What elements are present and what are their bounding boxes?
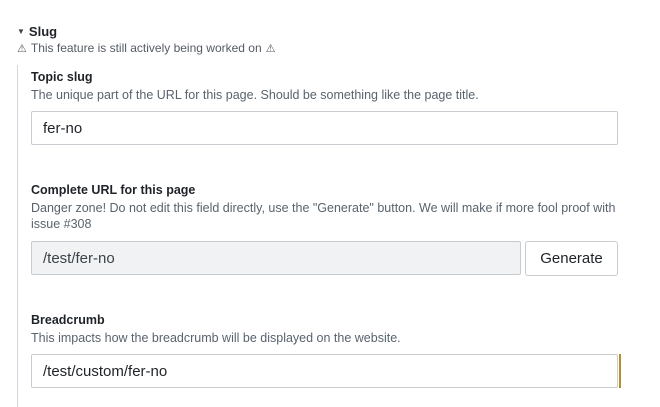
wip-warning: ⚠ This feature is still actively being w… [17,41,276,55]
warning-triangle-icon: ⚠ [17,42,27,55]
topic-slug-label: Topic slug [31,70,93,84]
breadcrumb-label: Breadcrumb [31,313,105,327]
section-title: Slug [28,24,58,39]
topic-slug-help: The unique part of the URL for this page… [31,88,479,102]
breadcrumb-input[interactable] [31,354,618,388]
collapse-triangle-icon: ▼ [17,26,25,36]
topic-slug-input[interactable] [31,111,618,145]
warning-text: This feature is still actively being wor… [30,41,262,55]
generate-button[interactable]: Generate [525,241,618,276]
warning-triangle-icon: ⚠ [265,42,276,55]
complete-url-input[interactable] [31,241,521,275]
breadcrumb-focus-indicator [619,354,621,388]
breadcrumb-help: This impacts how the breadcrumb will be … [31,331,401,345]
slug-section-body: Topic slug The unique part of the URL fo… [17,65,628,407]
complete-url-help: Danger zone! Do not edit this field dire… [31,201,616,231]
slug-panel: ▼ Slug ⚠ This feature is still actively … [0,0,660,407]
slug-section-toggle[interactable]: ▼ Slug [17,24,57,39]
complete-url-label: Complete URL for this page [31,183,196,197]
